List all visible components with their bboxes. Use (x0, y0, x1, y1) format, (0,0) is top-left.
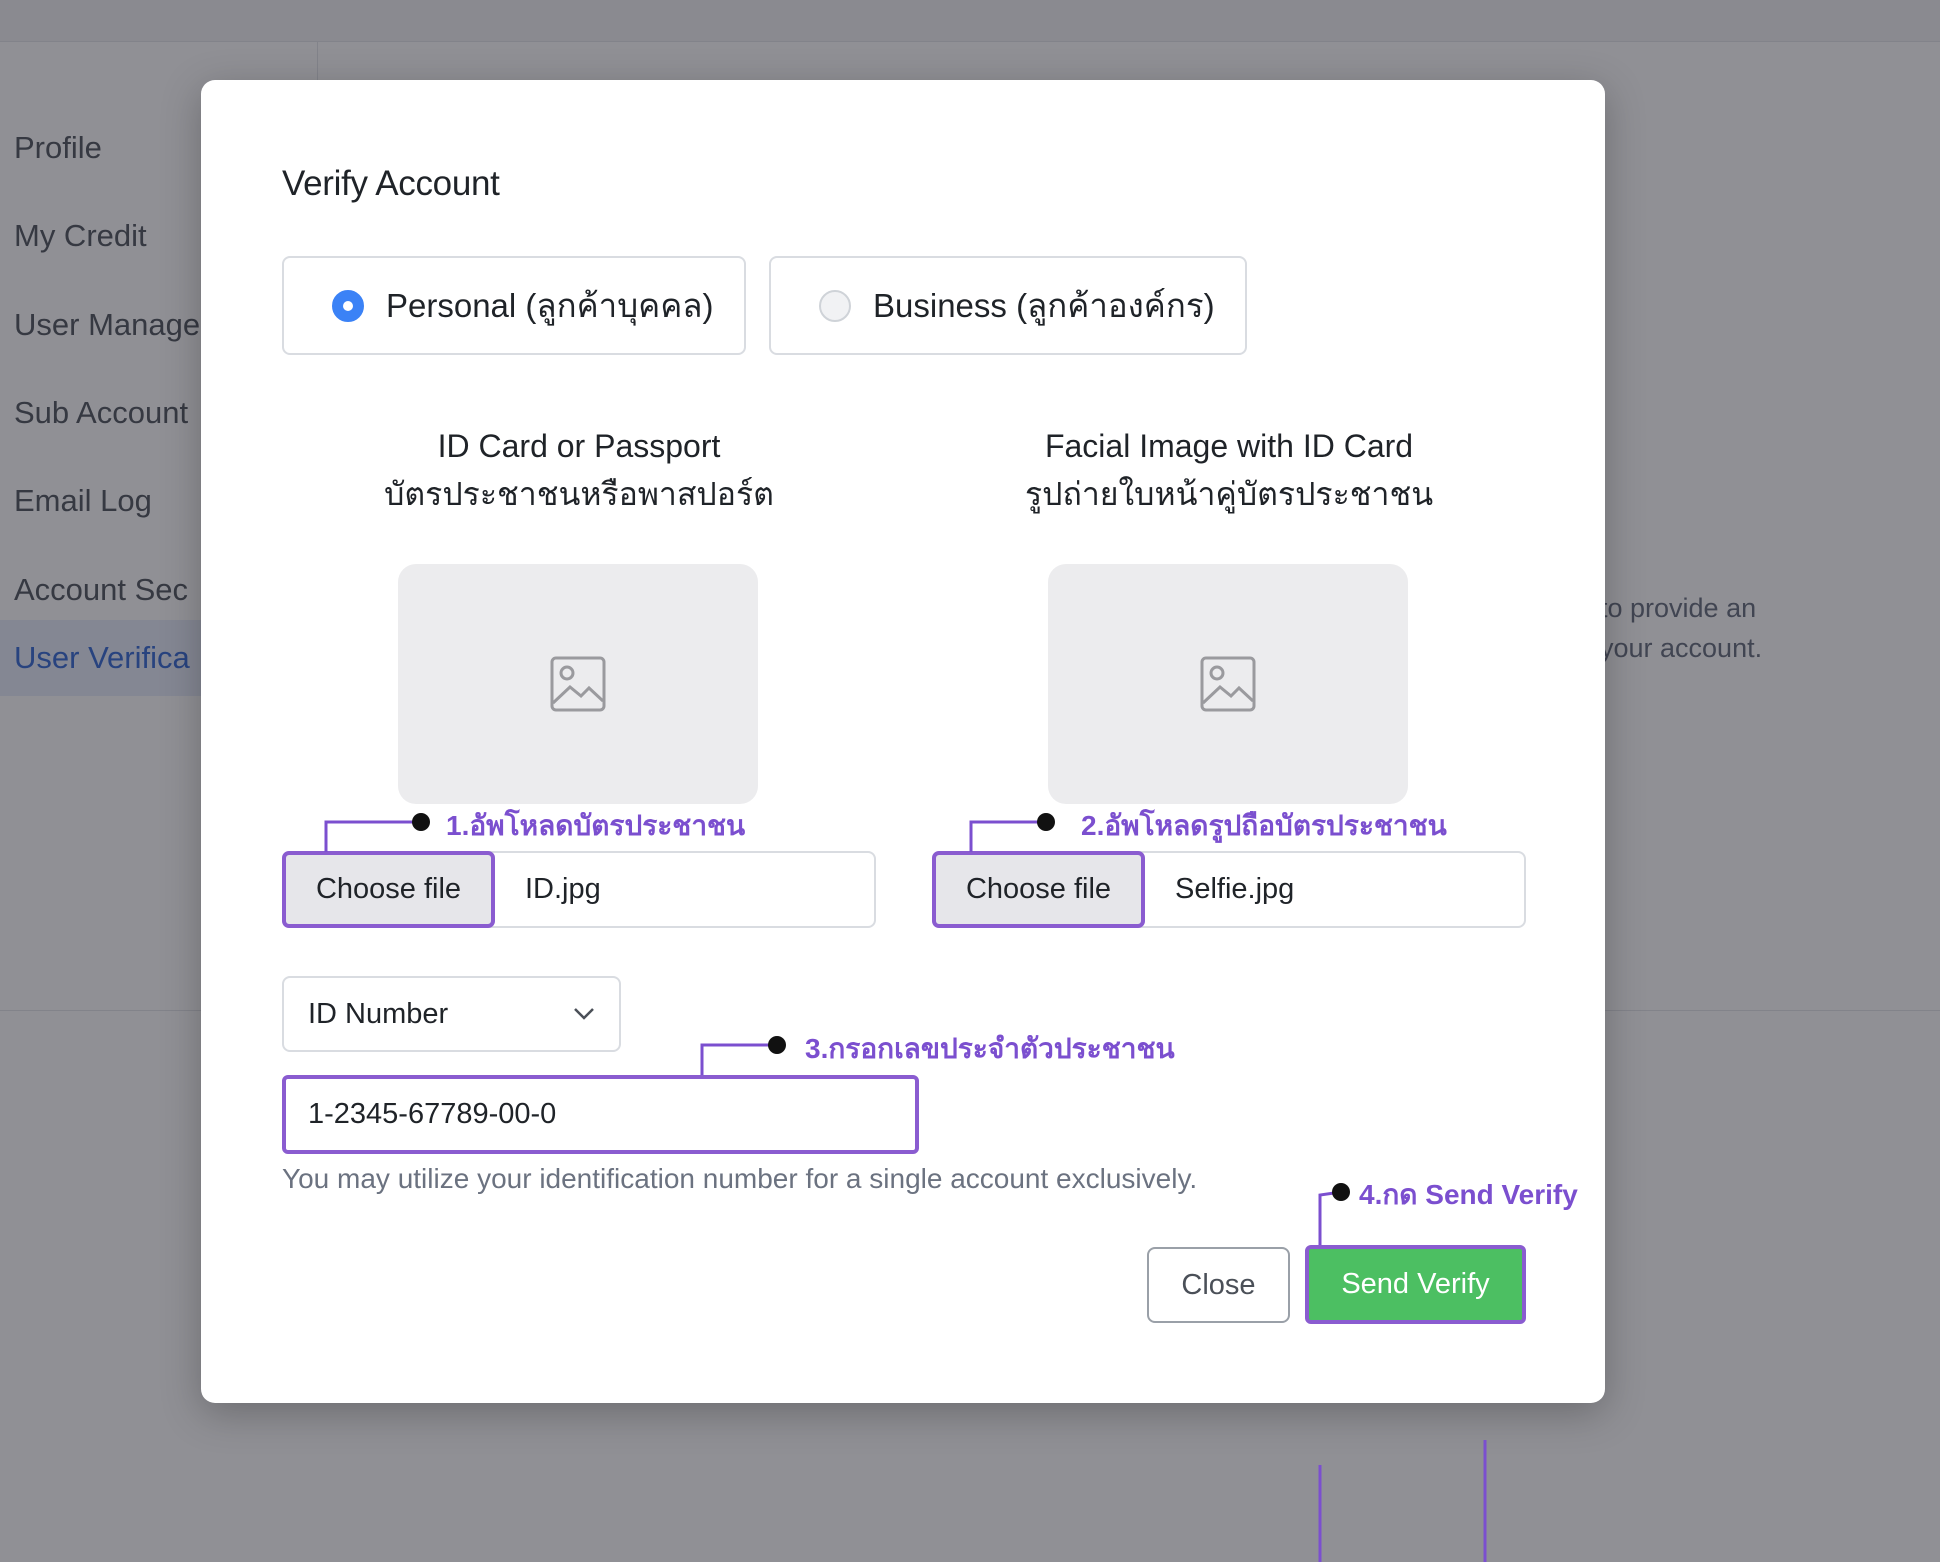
id-type-select[interactable]: ID Number (282, 976, 621, 1052)
id-type-selected: ID Number (308, 997, 449, 1030)
modal-title: Verify Account (282, 164, 500, 203)
personal-radio[interactable] (332, 289, 364, 322)
id-card-heading-th: บัตรประชาชนหรือพาสปอร์ต (384, 476, 774, 512)
id-card-heading-en: ID Card or Passport (437, 428, 721, 464)
selfie-heading-th: รูปถ่ายใบหน้าคู่บัตรประชาชน (1024, 476, 1434, 512)
step4-annotation: 4.กด Send Verify (1359, 1179, 1578, 1210)
personal-label: Personal (ลูกค้าบุคคล) (386, 287, 714, 324)
close-button[interactable]: Close (1147, 1247, 1290, 1323)
id-card-file-input[interactable]: Choose file ID.jpg (282, 851, 876, 928)
id-card-preview (398, 564, 758, 804)
selfie-file-input[interactable]: Choose file Selfie.jpg (932, 851, 1526, 928)
step2-annotation: 2.อัพโหลดรูปถือบัตรประชาชน (1081, 810, 1447, 841)
id-card-heading: ID Card or Passport บัตรประชาชนหรือพาสปอ… (282, 422, 876, 518)
step3-annotation: 3.กรอกเลขประจำตัวประชาชน (805, 1033, 1175, 1064)
selfie-heading-en: Facial Image with ID Card (1044, 428, 1414, 464)
id-number-input[interactable] (282, 1075, 919, 1154)
step1-annotation: 1.อัพโหลดบัตรประชาชน (446, 810, 746, 841)
personal-option[interactable]: Personal (ลูกค้าบุคคล) (282, 256, 746, 355)
business-option[interactable]: Business (ลูกค้าองค์กร) (769, 256, 1247, 355)
send-verify-button[interactable]: Send Verify (1305, 1245, 1526, 1324)
selfie-preview (1048, 564, 1408, 804)
selfie-choose-file-button[interactable]: Choose file (932, 851, 1145, 928)
image-placeholder-icon (1200, 656, 1256, 712)
id-card-choose-file-button[interactable]: Choose file (282, 851, 495, 928)
chevron-down-icon (574, 1008, 594, 1020)
selfie-heading: Facial Image with ID Card รูปถ่ายใบหน้าค… (932, 422, 1526, 518)
id-number-helper-text: You may utilize your identification numb… (282, 1163, 1198, 1194)
image-placeholder-icon (550, 656, 606, 712)
business-label: Business (ลูกค้าองค์กร) (873, 287, 1215, 324)
id-card-file-name: ID.jpg (525, 873, 601, 905)
business-radio[interactable] (819, 289, 851, 322)
selfie-file-name: Selfie.jpg (1175, 873, 1295, 905)
